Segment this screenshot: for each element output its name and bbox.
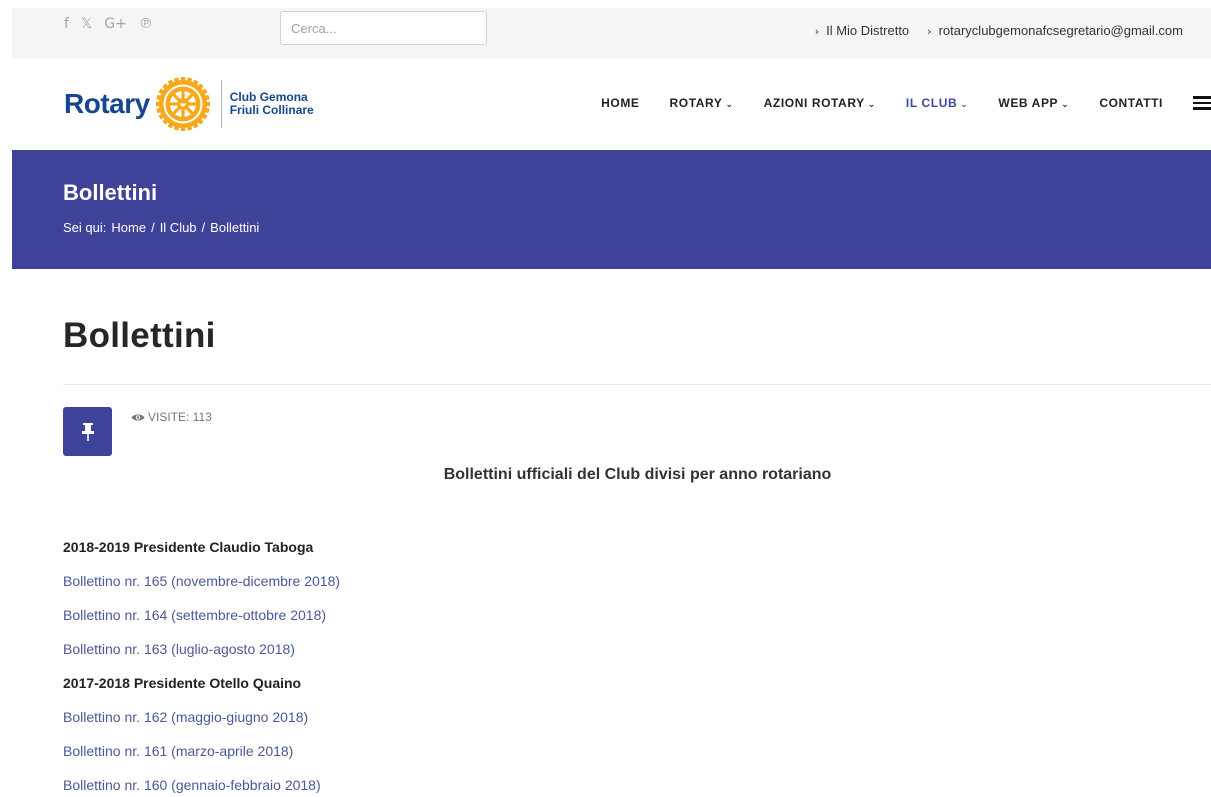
twitter-icon[interactable]: 𝕏 xyxy=(81,16,92,32)
nav-web-app[interactable]: WEB APP ⌄ xyxy=(998,96,1069,110)
email-link[interactable]: › rotaryclubgemonafcsegretario@gmail.com xyxy=(927,23,1183,38)
eye-icon xyxy=(131,414,145,420)
top-bar: f 𝕏 G+ ℗ › Il Mio Distretto › rotaryclubge… xyxy=(12,8,1211,58)
breadcrumb-il-club[interactable]: Il Club xyxy=(160,220,197,235)
email-link-label: rotaryclubgemonafcsegretario@gmail.com xyxy=(938,23,1183,38)
pushpin-glyph xyxy=(81,422,94,441)
pinterest-icon[interactable]: ℗ xyxy=(139,16,153,32)
banner-title: Bollettini xyxy=(63,180,158,205)
district-link[interactable]: › Il Mio Distretto xyxy=(815,23,909,38)
page-title: Bollettini xyxy=(63,316,216,355)
bulletin-link[interactable]: Bollettino nr. 160 (gennaio-febbraio 201… xyxy=(63,777,321,793)
logo-wordmark: Rotary xyxy=(64,88,150,119)
nav-azioni-rotary-label: AZIONI ROTARY xyxy=(763,96,865,110)
page-banner: Bollettini Sei qui: Home / Il Club / Bol… xyxy=(12,150,1211,269)
nav-rotary[interactable]: ROTARY ⌄ xyxy=(670,96,734,110)
chevron-down-icon: ⌄ xyxy=(725,100,734,110)
bulletin-link[interactable]: Bollettino nr. 163 (luglio-agosto 2018) xyxy=(63,641,295,657)
top-links: › Il Mio Distretto › rotaryclubgemonafcseg… xyxy=(815,23,1183,38)
nav-home-label: HOME xyxy=(601,96,640,110)
bulletin-link[interactable]: Bollettino nr. 165 (novembre-dicembre 20… xyxy=(63,573,340,589)
chevron-right-icon: › xyxy=(814,25,820,38)
year-heading: 2018-2019 Presidente Claudio Taboga xyxy=(63,539,314,555)
intro-text: Bollettini ufficiali del Club divisi per… xyxy=(443,466,832,483)
year-heading: 2017-2018 Presidente Otello Quaino xyxy=(63,675,302,691)
chevron-right-icon: › xyxy=(927,25,932,38)
rotary-wheel-icon xyxy=(155,77,210,131)
breadcrumb-home[interactable]: Home xyxy=(111,220,146,235)
club-name: Club Gemona Friuli Collinare xyxy=(230,91,314,117)
breadcrumb-separator: / xyxy=(201,220,206,235)
nav-web-app-label: WEB APP xyxy=(998,96,1059,110)
breadcrumb-prefix: Sei qui: xyxy=(63,220,107,235)
nav-rotary-label: ROTARY xyxy=(669,96,723,110)
club-name-line2: Friuli Collinare xyxy=(229,103,314,117)
breadcrumb: Sei qui: Home / Il Club / Bollettini xyxy=(63,220,259,235)
nav-azioni-rotary[interactable]: AZIONI ROTARY ⌄ xyxy=(764,96,876,110)
title-divider xyxy=(63,384,1211,385)
main-nav: HOME ROTARY ⌄ AZIONI ROTARY ⌄ IL CLUB ⌄ WEB… xyxy=(571,96,1211,110)
hamburger-menu-icon[interactable] xyxy=(1193,96,1211,110)
site-logo[interactable]: Rotary Club Gemona Friuli Collinare xyxy=(64,74,314,134)
nav-contatti[interactable]: CONTATTI xyxy=(1099,96,1163,110)
district-link-label: Il Mio Distretto xyxy=(826,23,910,38)
bulletin-link[interactable]: Bollettino nr. 162 (maggio-giugno 2018) xyxy=(63,709,308,725)
chevron-down-icon: ⌄ xyxy=(867,100,876,110)
visits-label: VISITE: 113 xyxy=(148,410,212,424)
breadcrumb-separator: / xyxy=(151,220,155,235)
bulletin-link[interactable]: Bollettino nr. 164 (settembre-ottobre 20… xyxy=(63,607,326,623)
site-header: Rotary Club Gemona Friuli Collinare HOME… xyxy=(12,58,1211,150)
bulletin-link[interactable]: Bollettino nr. 161 (marzo-aprile 2018) xyxy=(63,743,293,759)
logo-divider xyxy=(220,80,222,128)
nav-il-club[interactable]: IL CLUB ⌄ xyxy=(906,96,968,110)
nav-contatti-label: CONTATTI xyxy=(1099,96,1163,110)
facebook-icon[interactable]: f xyxy=(64,16,69,32)
breadcrumb-current: Bollettini xyxy=(210,220,260,235)
chevron-down-icon: ⌄ xyxy=(1061,100,1070,110)
pushpin-icon xyxy=(63,407,112,456)
bulletin-list: 2018-2019 Presidente Claudio Taboga Boll… xyxy=(63,537,663,797)
nav-home[interactable]: HOME xyxy=(601,96,639,110)
search-input[interactable] xyxy=(280,11,487,45)
google-plus-icon[interactable]: G+ xyxy=(104,16,127,32)
chevron-down-icon: ⌄ xyxy=(960,100,969,110)
social-links: f 𝕏 G+ ℗ xyxy=(64,16,153,32)
visits-counter: VISITE: 113 xyxy=(131,410,212,424)
nav-il-club-label: IL CLUB xyxy=(905,96,958,110)
